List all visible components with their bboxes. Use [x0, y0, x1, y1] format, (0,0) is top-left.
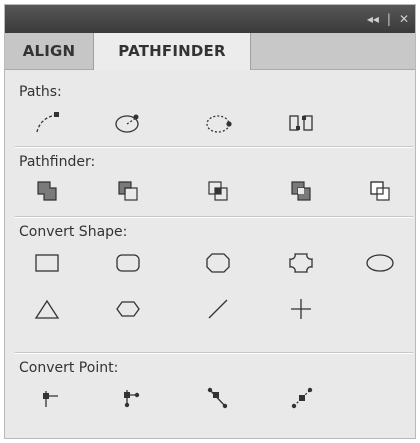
- section-label-pathfinder: Pathfinder:: [19, 154, 96, 170]
- orthogonal-line-icon: [291, 299, 311, 319]
- unite-icon: [37, 181, 57, 201]
- exclude-button[interactable]: [281, 174, 321, 208]
- titlebar-controls: ◂◂ | ✕: [367, 11, 409, 27]
- break-path-icon: [289, 115, 313, 131]
- beveled-rectangle-button[interactable]: [198, 246, 238, 280]
- inverse-rounded-rectangle-icon: [289, 253, 313, 273]
- closed-path-icon: [115, 114, 139, 133]
- break-path-button[interactable]: [281, 106, 321, 140]
- symmetrical-point-button[interactable]: [281, 380, 321, 414]
- beveled-rectangle-icon: [206, 253, 230, 273]
- rounded-rectangle-icon: [116, 254, 140, 272]
- minus-front-button[interactable]: [108, 174, 148, 208]
- open-path-button[interactable]: [27, 106, 67, 140]
- panel-content: Paths: Pathfinder: Convert Shape: Conver…: [5, 70, 415, 440]
- section-label-convert-point: Convert Point:: [19, 360, 119, 376]
- polygon-icon: [116, 301, 140, 317]
- orthogonal-line-button[interactable]: [281, 292, 321, 326]
- rounded-rectangle-button[interactable]: [108, 246, 148, 280]
- smooth-point-button[interactable]: [198, 380, 238, 414]
- minus-back-button[interactable]: [360, 174, 400, 208]
- intersect-icon: [208, 181, 228, 201]
- corner-point-button[interactable]: [108, 380, 148, 414]
- tab-align[interactable]: ALIGN: [5, 33, 94, 69]
- polygon-button[interactable]: [108, 292, 148, 326]
- rectangle-icon: [35, 254, 59, 272]
- inverse-rounded-rectangle-button[interactable]: [281, 246, 321, 280]
- minus-front-icon: [118, 181, 138, 201]
- reverse-path-icon: [206, 115, 232, 133]
- reverse-path-button[interactable]: [198, 106, 238, 140]
- pathfinder-panel: ◂◂ | ✕ ALIGN PATHFINDER Paths: Pathfinde…: [4, 4, 416, 439]
- symmetrical-point-icon: [291, 387, 313, 409]
- triangle-button[interactable]: [27, 292, 67, 326]
- line-icon: [208, 299, 228, 319]
- unite-button[interactable]: [27, 174, 67, 208]
- tab-pathfinder[interactable]: PATHFINDER: [93, 33, 251, 70]
- minus-back-icon: [370, 181, 390, 201]
- tab-bar: ALIGN PATHFINDER: [5, 33, 415, 70]
- collapse-icon[interactable]: ◂◂: [367, 11, 379, 27]
- close-icon[interactable]: ✕: [399, 11, 409, 27]
- rectangle-button[interactable]: [27, 246, 67, 280]
- divider: [15, 146, 413, 148]
- divider: [15, 216, 413, 218]
- intersect-button[interactable]: [198, 174, 238, 208]
- open-path-icon: [36, 112, 59, 133]
- divider: [15, 352, 413, 354]
- closed-path-button[interactable]: [108, 106, 148, 140]
- panel-titlebar: ◂◂ | ✕: [5, 5, 415, 33]
- plain-point-button[interactable]: [27, 380, 67, 414]
- corner-point-icon: [124, 390, 140, 408]
- section-label-paths: Paths:: [19, 84, 62, 100]
- plain-point-icon: [43, 391, 58, 407]
- ellipse-icon: [366, 254, 394, 272]
- exclude-icon: [291, 181, 311, 201]
- section-label-convert-shape: Convert Shape:: [19, 224, 128, 240]
- separator: |: [386, 12, 391, 26]
- smooth-point-icon: [207, 387, 228, 409]
- line-button[interactable]: [198, 292, 238, 326]
- ellipse-button[interactable]: [360, 246, 400, 280]
- triangle-icon: [34, 299, 60, 319]
